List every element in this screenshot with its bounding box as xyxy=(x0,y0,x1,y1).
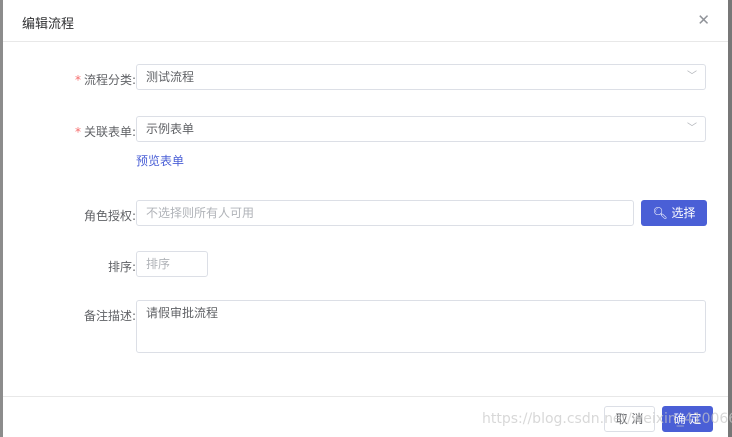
dialog-footer: 取 消 确 定 xyxy=(3,396,728,437)
confirm-button[interactable]: 确 定 xyxy=(662,406,713,432)
search-icon: 🔍︎ xyxy=(652,206,668,220)
remark-textarea[interactable]: 请假审批流程 xyxy=(136,300,706,353)
form-label: 关联表单: xyxy=(83,125,136,139)
roles-input[interactable]: 不选择则所有人可用 xyxy=(136,200,634,226)
dialog-title: 编辑流程 xyxy=(22,17,75,32)
cancel-button[interactable]: 取 消 xyxy=(604,406,655,432)
dialog-header: 编辑流程 ✕ xyxy=(3,0,728,42)
remark-label: 备注描述: xyxy=(83,309,136,323)
close-icon[interactable]: ✕ xyxy=(697,11,710,29)
chevron-down-icon: ﹀ xyxy=(687,71,697,82)
sort-placeholder: 排序 xyxy=(146,257,171,271)
category-select[interactable]: 测试流程 ﹀ xyxy=(136,64,706,90)
edit-process-dialog: 编辑流程 ✕ * 流程分类: 测试流程 ﹀ * 关联表单: 示例表单 ﹀ 预览表单 … xyxy=(3,0,728,437)
required-icon: * xyxy=(74,125,81,139)
form-select[interactable]: 示例表单 ﹀ xyxy=(136,116,706,142)
select-roles-button[interactable]: 🔍︎ 选择 xyxy=(641,200,707,226)
select-label: 选择 xyxy=(671,206,696,220)
roles-placeholder: 不选择则所有人可用 xyxy=(146,206,255,220)
sort-input[interactable]: 排序 xyxy=(136,251,208,277)
required-icon: * xyxy=(74,73,81,87)
remark-value: 请假审批流程 xyxy=(146,306,219,320)
preview-form-link[interactable]: 预览表单 xyxy=(136,152,184,169)
category-label: 流程分类: xyxy=(83,73,136,87)
category-value: 测试流程 xyxy=(146,70,195,84)
sort-label: 排序: xyxy=(107,260,136,274)
scrollbar[interactable] xyxy=(728,0,732,437)
roles-label: 角色授权: xyxy=(83,209,136,223)
chevron-down-icon: ﹀ xyxy=(687,123,697,134)
form-value: 示例表单 xyxy=(146,122,195,136)
